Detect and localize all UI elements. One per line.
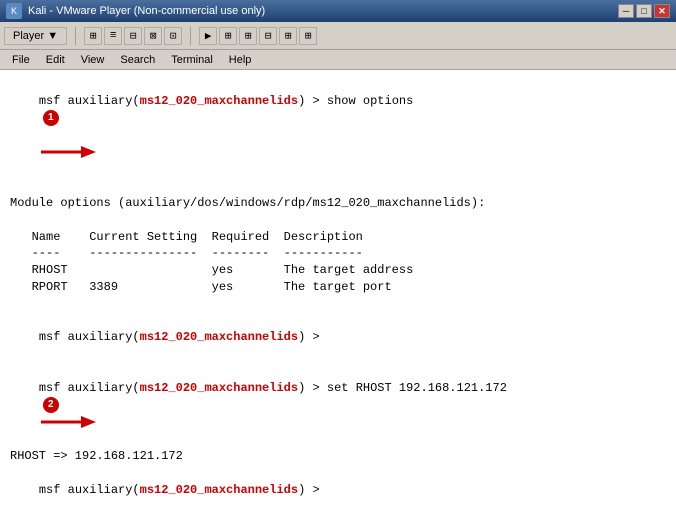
menu-help[interactable]: Help bbox=[223, 53, 258, 67]
prompt-3: msf auxiliary( bbox=[39, 381, 140, 395]
annotation-1: 1 bbox=[43, 110, 59, 126]
terminal-line-4 bbox=[10, 212, 666, 229]
menu-search[interactable]: Search bbox=[114, 53, 161, 67]
menubar: File Edit View Search Terminal Help bbox=[0, 50, 676, 70]
toolbar-icons-2: ▶ ⊞ ⊞ ⊟ ⊞ ⊞ bbox=[199, 27, 317, 45]
close-button[interactable]: ✕ bbox=[654, 4, 670, 18]
module-name-3: ms12_020_maxchannelids bbox=[140, 381, 298, 395]
window-icon: K bbox=[6, 3, 22, 19]
cmd-2: ) > bbox=[298, 330, 320, 344]
player-button[interactable]: Player ▼ bbox=[4, 27, 67, 45]
terminal-line-6: ---- --------------- -------- ----------… bbox=[10, 245, 666, 262]
toolbar-icon-5[interactable]: ⊡ bbox=[164, 27, 182, 45]
menu-edit[interactable]: Edit bbox=[40, 53, 71, 67]
cmd-3: ) > set RHOST 192.168.121.172 bbox=[298, 381, 507, 395]
toolbar-icons: ⊞ ≡ ⊟ ⊠ ⊡ bbox=[84, 27, 182, 45]
terminal-line-1: msf auxiliary(ms12_020_maxchannelids) > … bbox=[10, 76, 666, 178]
toolbar-separator bbox=[75, 27, 76, 45]
toolbar-icon-7[interactable]: ⊞ bbox=[219, 27, 237, 45]
module-name-4: ms12_020_maxchannelids bbox=[140, 483, 298, 497]
toolbar-icon-2[interactable]: ≡ bbox=[104, 27, 122, 45]
terminal-line-9 bbox=[10, 296, 666, 313]
toolbar-icon-8[interactable]: ⊞ bbox=[239, 27, 257, 45]
terminal-line-13: msf auxiliary(ms12_020_maxchannelids) > bbox=[10, 465, 666, 515]
terminal-line-12: RHOST => 192.168.121.172 bbox=[10, 448, 666, 465]
prompt-1: msf auxiliary( bbox=[39, 94, 140, 108]
window-title: Kali - VMware Player (Non-commercial use… bbox=[28, 5, 265, 17]
menu-terminal[interactable]: Terminal bbox=[165, 53, 219, 67]
toolbar-icon-1[interactable]: ⊞ bbox=[84, 27, 102, 45]
arrow-1 bbox=[41, 143, 96, 161]
title-bar: K Kali - VMware Player (Non-commercial u… bbox=[0, 0, 676, 22]
toolbar-icon-6[interactable]: ▶ bbox=[199, 27, 217, 45]
terminal-line-7: RHOST yes The target address bbox=[10, 262, 666, 279]
terminal-line-11: msf auxiliary(ms12_020_maxchannelids) > … bbox=[10, 363, 666, 448]
toolbar-icon-11[interactable]: ⊞ bbox=[299, 27, 317, 45]
toolbar-icon-3[interactable]: ⊟ bbox=[124, 27, 142, 45]
terminal: msf auxiliary(ms12_020_maxchannelids) > … bbox=[0, 70, 676, 532]
cmd-4: ) > bbox=[298, 483, 320, 497]
toolbar-icon-10[interactable]: ⊞ bbox=[279, 27, 297, 45]
terminal-line-3: Module options (auxiliary/dos/windows/rd… bbox=[10, 195, 666, 212]
terminal-line-2 bbox=[10, 178, 666, 195]
terminal-line-10: msf auxiliary(ms12_020_maxchannelids) > bbox=[10, 313, 666, 363]
terminal-line-14: msf auxiliary(ms12_020_maxchannelids) > … bbox=[10, 515, 666, 532]
module-name-1: ms12_020_maxchannelids bbox=[140, 94, 298, 108]
prompt-2: msf auxiliary( bbox=[39, 330, 140, 344]
menu-file[interactable]: File bbox=[6, 53, 36, 67]
annotation-2: 2 bbox=[43, 397, 59, 413]
toolbar-icon-9[interactable]: ⊟ bbox=[259, 27, 277, 45]
toolbar-icon-4[interactable]: ⊠ bbox=[144, 27, 162, 45]
arrow-2 bbox=[41, 413, 96, 431]
cmd-1: ) > show options bbox=[298, 94, 413, 108]
maximize-button[interactable]: □ bbox=[636, 4, 652, 18]
minimize-button[interactable]: ─ bbox=[618, 4, 634, 18]
terminal-line-5: Name Current Setting Required Descriptio… bbox=[10, 229, 666, 246]
toolbar: Player ▼ ⊞ ≡ ⊟ ⊠ ⊡ ▶ ⊞ ⊞ ⊟ ⊞ ⊞ bbox=[0, 22, 676, 50]
toolbar-separator-2 bbox=[190, 27, 191, 45]
menu-view[interactable]: View bbox=[75, 53, 111, 67]
window-controls[interactable]: ─ □ ✕ bbox=[618, 4, 670, 18]
prompt-4: msf auxiliary( bbox=[39, 483, 140, 497]
terminal-line-8: RPORT 3389 yes The target port bbox=[10, 279, 666, 296]
module-name-2: ms12_020_maxchannelids bbox=[140, 330, 298, 344]
